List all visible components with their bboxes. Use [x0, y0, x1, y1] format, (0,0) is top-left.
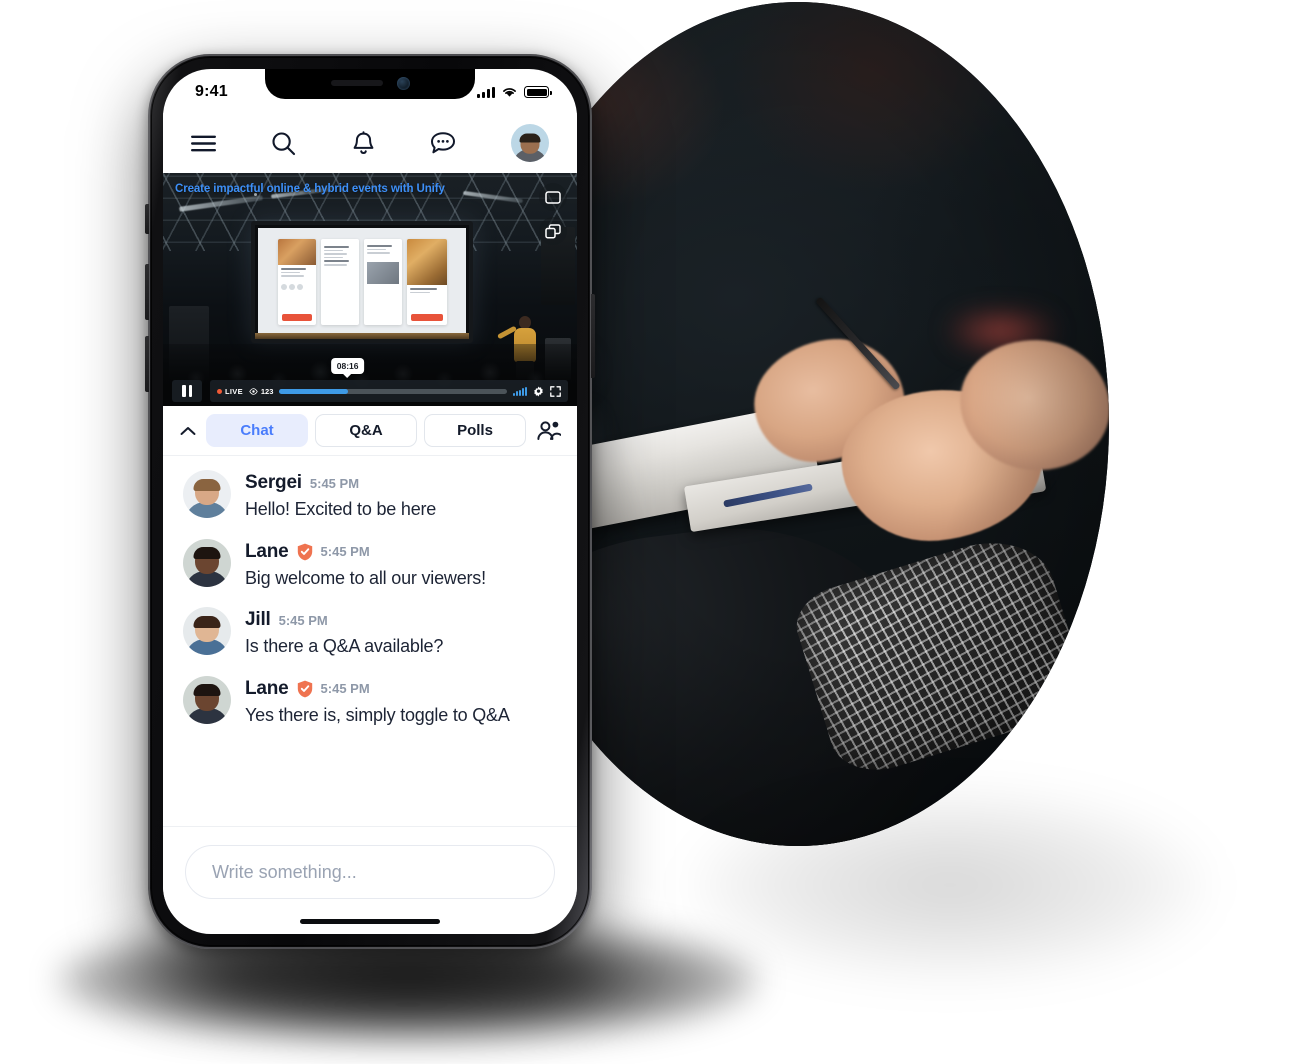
chat-message: Lane 5:45 PM Yes there is, simply toggle… — [163, 668, 577, 737]
live-label: LIVE — [225, 386, 243, 396]
signal-bars-icon[interactable] — [512, 386, 527, 396]
message-author: Sergei — [245, 472, 302, 493]
hamburger-menu-icon[interactable] — [191, 135, 216, 152]
avatar[interactable] — [183, 675, 231, 724]
message-composer — [163, 826, 577, 899]
ambient-shadow — [690, 790, 1210, 980]
volume-down-button[interactable] — [145, 336, 149, 392]
chat-bubble-icon[interactable] — [430, 131, 456, 155]
player-title: Create impactful online & hybrid events … — [175, 183, 445, 195]
user-avatar[interactable] — [511, 124, 549, 162]
search-icon[interactable] — [271, 131, 296, 156]
message-author: Jill — [245, 609, 271, 630]
chat-message: Sergei 5:45 PM Hello! Excited to be here — [163, 462, 577, 531]
screen-share-icon[interactable] — [539, 183, 567, 211]
volume-up-button[interactable] — [145, 264, 149, 320]
pause-icon[interactable] — [172, 380, 202, 402]
tab-polls[interactable]: Polls — [424, 414, 526, 447]
stage-presentation-screen — [251, 221, 473, 343]
verified-shield-icon — [297, 543, 312, 560]
chat-message: Lane 5:45 PM Big welcome to all our view… — [163, 531, 577, 600]
video-controls: LIVE 123 08:16 — [163, 357, 577, 406]
gear-icon[interactable] — [533, 385, 544, 397]
chat-message-list[interactable]: Sergei 5:45 PM Hello! Excited to be here — [163, 456, 577, 826]
verified-shield-icon — [297, 680, 312, 697]
home-indicator — [300, 919, 440, 924]
message-author: Lane — [245, 540, 289, 562]
cellular-signal-icon — [477, 86, 495, 98]
battery-icon — [524, 86, 552, 98]
message-time: 5:45 PM — [309, 475, 360, 491]
video-progress-bar[interactable]: 08:16 — [279, 357, 507, 394]
picture-in-picture-icon[interactable] — [539, 217, 567, 245]
message-author: Lane — [245, 677, 289, 699]
avatar[interactable] — [183, 607, 231, 655]
message-text: Is there a Q&A available? — [245, 636, 444, 656]
phone-screen: 9:41 Create impactful online & hybrid ev… — [163, 69, 577, 934]
chat-message: Jill 5:45 PM Is there a Q&A available? — [163, 599, 577, 668]
message-text: Hello! Excited to be here — [245, 499, 437, 519]
avatar[interactable] — [183, 538, 231, 587]
message-time: 5:45 PM — [320, 544, 370, 559]
wifi-icon — [503, 88, 516, 97]
people-icon[interactable] — [535, 417, 563, 445]
front-camera-icon — [396, 76, 410, 90]
avatar[interactable] — [183, 470, 231, 518]
status-time: 9:41 — [195, 83, 228, 100]
phone-notch — [265, 69, 475, 99]
video-player[interactable]: Create impactful online & hybrid events … — [163, 173, 577, 406]
viewer-count: 123 — [249, 386, 274, 396]
chevron-up-icon[interactable] — [177, 418, 199, 444]
mute-switch[interactable] — [145, 204, 149, 234]
message-time: 5:45 PM — [320, 681, 370, 696]
earpiece-speaker-icon — [330, 80, 383, 86]
bell-icon[interactable] — [352, 130, 375, 156]
power-button[interactable] — [591, 294, 595, 378]
message-text: Yes there is, simply toggle to Q&A — [245, 704, 510, 725]
live-badge: LIVE — [217, 387, 243, 396]
panel-tab-bar: Chat Q&A Polls — [163, 406, 577, 456]
tab-qa[interactable]: Q&A — [315, 414, 417, 447]
phone-mockup: 9:41 Create impactful online & hybrid ev… — [145, 54, 595, 949]
eye-icon — [249, 387, 258, 395]
app-top-nav — [163, 113, 577, 173]
viewer-count-value: 123 — [260, 386, 274, 396]
expand-icon[interactable] — [550, 385, 561, 397]
message-input[interactable] — [185, 845, 555, 899]
tab-chat[interactable]: Chat — [206, 414, 308, 447]
message-time: 5:45 PM — [278, 612, 328, 628]
screenshot-stage: 9:41 Create impactful online & hybrid ev… — [0, 0, 1310, 1064]
video-time-tooltip: 08:16 — [330, 357, 365, 374]
video-progress-fill — [279, 388, 348, 394]
message-text: Big welcome to all our viewers! — [245, 567, 486, 588]
